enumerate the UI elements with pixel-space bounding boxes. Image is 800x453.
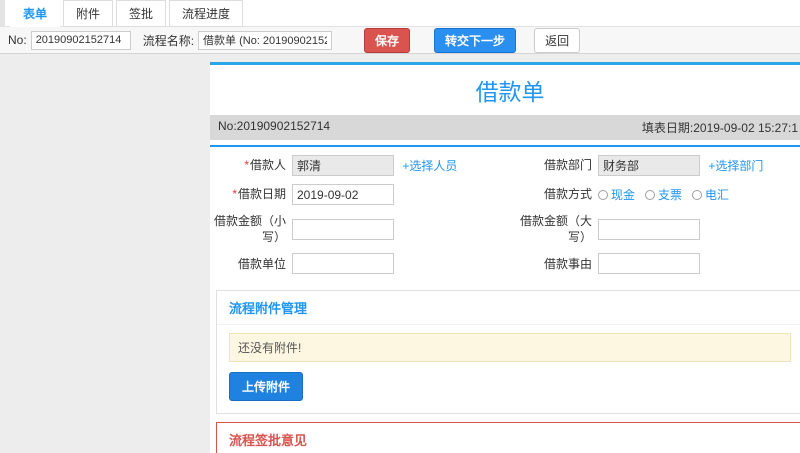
amount-lower-label: 借款金额（小写）	[214, 214, 287, 245]
radio-icon	[692, 189, 703, 200]
no-label: No:	[8, 33, 27, 47]
tab-approval[interactable]: 签批	[116, 0, 167, 27]
approval-section: 流程签批意见 B I abc A A ∞ ⚑ ≣ ≡ « » — ” 样式	[216, 422, 800, 453]
loan-method-label: 借款方式	[543, 187, 592, 202]
method-option-cash[interactable]: 现金	[598, 186, 635, 203]
loan-unit-input[interactable]	[292, 253, 394, 275]
loan-date-label: *借款日期	[232, 187, 286, 202]
process-name-input[interactable]	[198, 30, 333, 50]
no-input[interactable]	[30, 30, 131, 50]
loan-reason-input[interactable]	[598, 253, 700, 275]
tab-attachments[interactable]: 附件	[63, 0, 114, 27]
dept-label: 借款部门	[543, 158, 592, 173]
left-edge-strip	[0, 0, 5, 27]
required-mark: *	[244, 158, 249, 173]
amount-upper-input[interactable]	[598, 218, 700, 240]
loan-form: *借款人 +选择人员 借款部门 +选择部门 *借款日期 借款方式	[210, 145, 800, 282]
top-tab-bar: 表单 附件 签批 流程进度	[0, 0, 800, 27]
loan-date-input[interactable]	[292, 184, 394, 205]
amount-lower-field	[292, 218, 510, 240]
next-step-button[interactable]: 转交下一步	[434, 27, 517, 53]
tab-form[interactable]: 表单	[10, 0, 61, 27]
amount-upper-label: 借款金额（大写）	[519, 214, 592, 245]
attachments-section: 流程附件管理 还没有附件! 上传附件	[216, 290, 800, 415]
loan-unit-label: 借款单位	[237, 256, 286, 271]
borrower-input[interactable]	[292, 155, 394, 176]
dept-field: +选择部门	[598, 155, 800, 176]
loan-method-field: 现金 支票 电汇	[598, 186, 800, 203]
amount-lower-input[interactable]	[292, 218, 394, 240]
radio-icon	[598, 189, 608, 200]
form-panel: 借款单 No:20190902152714 填表日期:2019-09-02 15…	[210, 62, 800, 453]
doc-date-text: 填表日期:2019-09-02 15:27:1	[641, 121, 798, 135]
method-option-check[interactable]: 支票	[645, 186, 682, 203]
amount-upper-field	[598, 218, 800, 240]
loan-reason-field	[598, 253, 800, 275]
borrower-label: *借款人	[244, 158, 286, 173]
radio-icon	[645, 189, 656, 200]
dept-input[interactable]	[598, 155, 700, 176]
select-person-link[interactable]: +选择人员	[402, 159, 457, 173]
approval-section-title: 流程签批意见	[229, 433, 308, 449]
back-button[interactable]: 返回	[534, 27, 581, 53]
upload-attachment-button[interactable]: 上传附件	[229, 372, 304, 402]
borrower-field: +选择人员	[292, 155, 510, 176]
doc-info-bar: No:20190902152714 填表日期:2019-09-02 15:27:…	[210, 115, 800, 140]
process-name-label: 流程名称:	[142, 33, 195, 48]
page-title: 借款单	[475, 79, 545, 105]
select-dept-link[interactable]: +选择部门	[708, 159, 763, 173]
save-button[interactable]: 保存	[364, 27, 411, 53]
doc-no-text: No:20190902152714	[218, 119, 331, 133]
loan-reason-label: 借款事由	[543, 256, 592, 271]
required-mark: *	[232, 187, 237, 202]
toolbar: No: 流程名称: 保存 转交下一步 返回	[0, 27, 800, 54]
loan-date-field	[292, 184, 510, 205]
loan-unit-field	[292, 253, 510, 275]
tab-process-progress[interactable]: 流程进度	[169, 0, 244, 27]
no-attachments-alert: 还没有附件!	[229, 333, 791, 363]
attachments-section-title: 流程附件管理	[217, 291, 800, 326]
method-option-wire[interactable]: 电汇	[692, 186, 729, 203]
